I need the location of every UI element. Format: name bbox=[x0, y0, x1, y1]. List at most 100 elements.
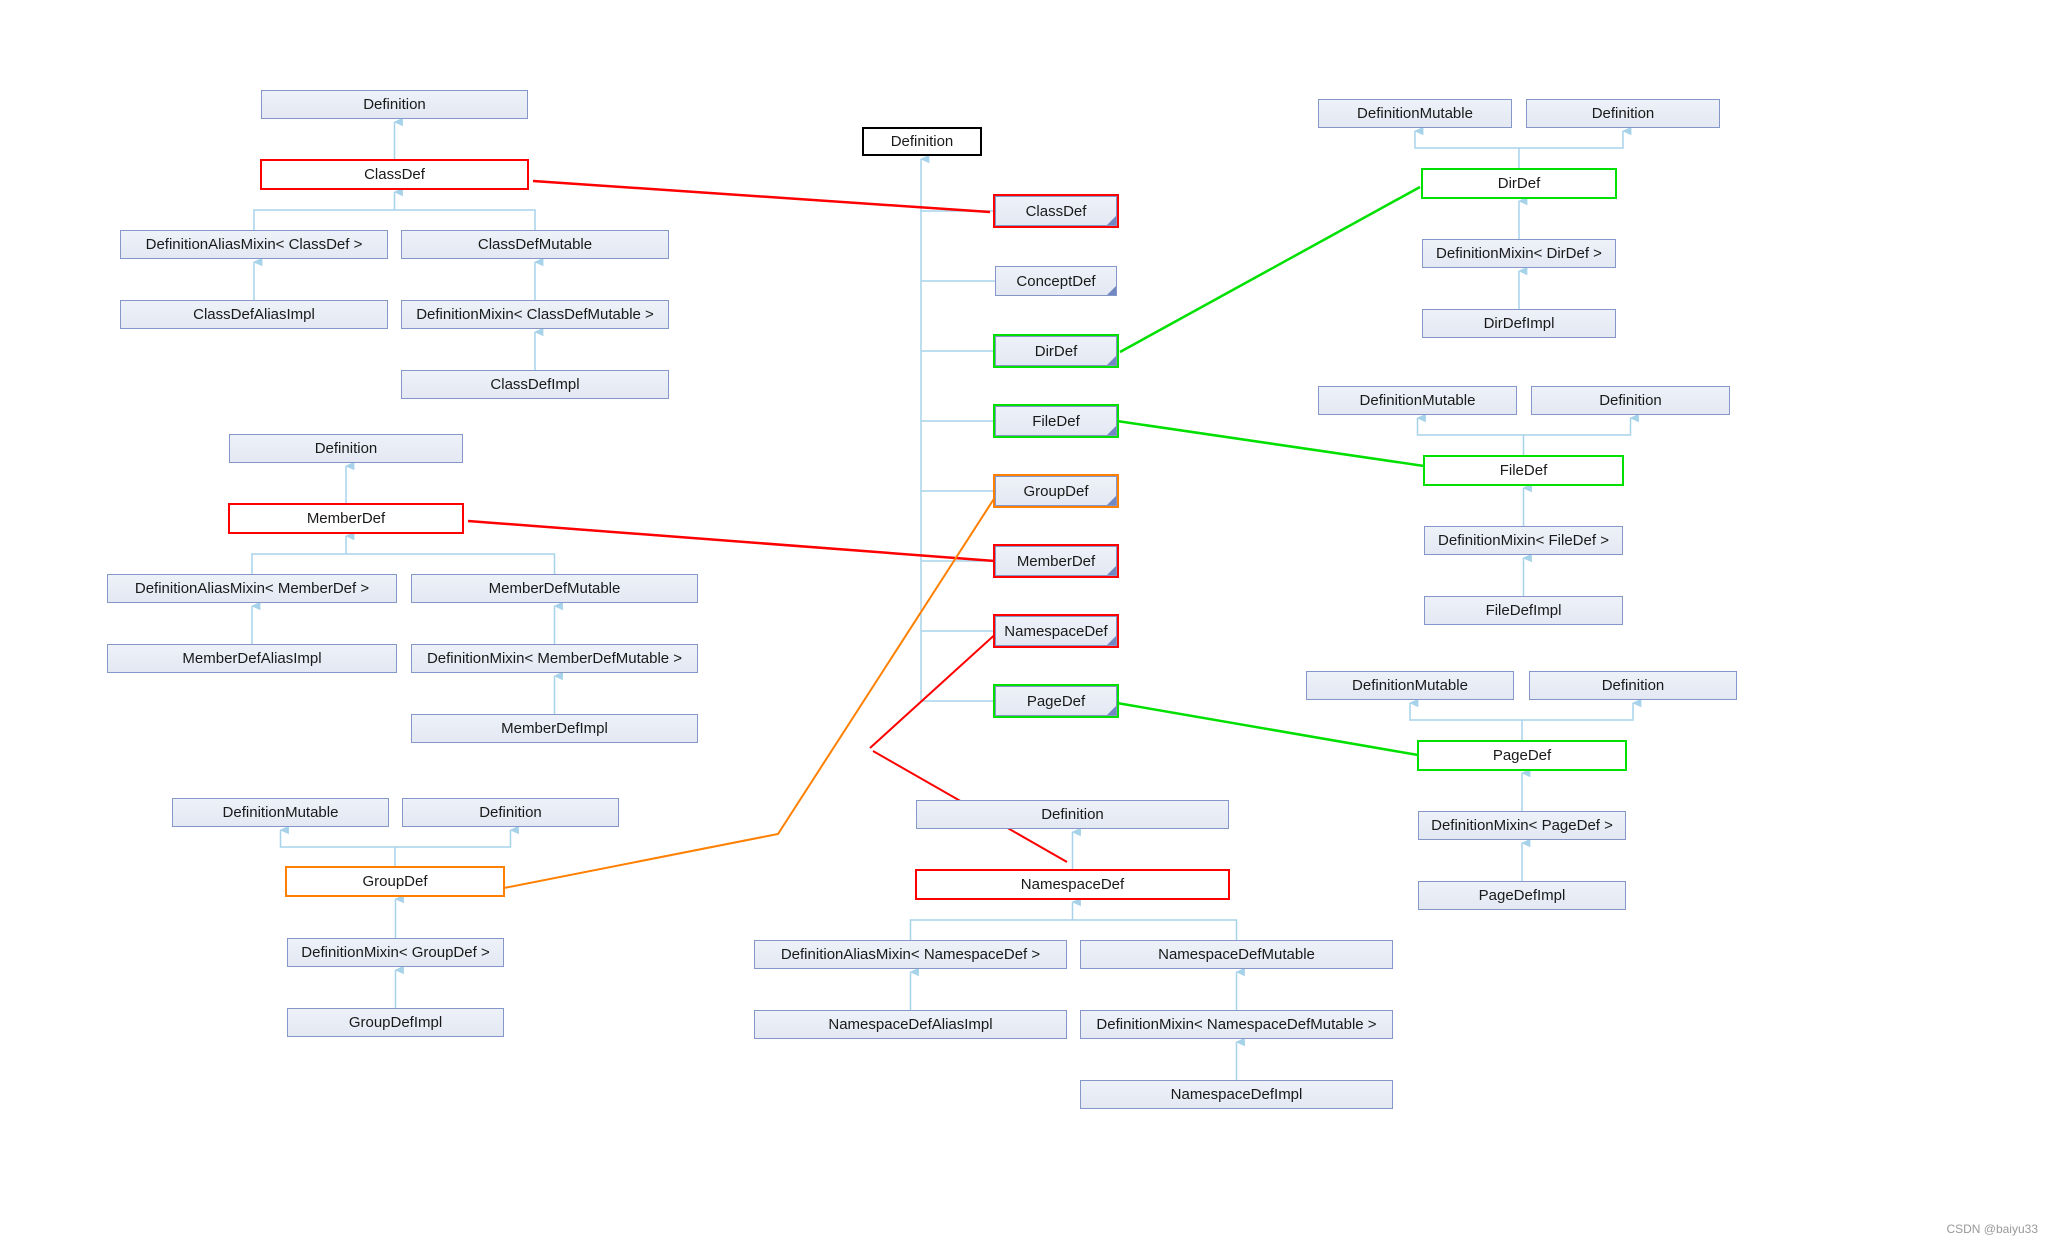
node-label: GroupDef bbox=[1023, 482, 1089, 500]
node-label: ClassDefAliasImpl bbox=[193, 306, 315, 323]
node-label: MemberDefMutable bbox=[488, 580, 621, 597]
namespacedef-parent-definition[interactable]: Definition bbox=[916, 800, 1229, 829]
inheritance-edge bbox=[251, 553, 346, 574]
collapsed-corner-icon bbox=[1107, 426, 1116, 435]
namespacedef-self[interactable]: NamespaceDef bbox=[916, 870, 1229, 899]
pagedef-parent-definitionmutable[interactable]: DefinitionMutable bbox=[1306, 671, 1514, 700]
groupdef-self[interactable]: GroupDef bbox=[286, 867, 504, 896]
node-memberdefmutable[interactable]: MemberDefMutable bbox=[411, 574, 698, 603]
node-label: FileDefImpl bbox=[1485, 602, 1562, 619]
node-memberdefimpl[interactable]: MemberDefImpl bbox=[411, 714, 698, 743]
link-pagedef bbox=[1116, 701, 1419, 757]
node-classdefimpl[interactable]: ClassDefImpl bbox=[401, 370, 669, 399]
node-label: NamespaceDef bbox=[1004, 622, 1108, 640]
classdef-self[interactable]: ClassDef bbox=[261, 160, 528, 189]
node-dirdefimpl[interactable]: DirDefImpl bbox=[1422, 309, 1616, 338]
pagedef-self[interactable]: PageDef bbox=[1418, 741, 1626, 770]
center-node-pagedef[interactable]: PageDef bbox=[995, 686, 1117, 716]
node-label: FileDef bbox=[1499, 462, 1548, 479]
collapsed-corner-icon bbox=[1107, 216, 1116, 225]
center-node-conceptdef[interactable]: ConceptDef bbox=[995, 266, 1117, 296]
node-pagedefimpl[interactable]: PageDefImpl bbox=[1418, 881, 1626, 910]
center-node-namespacedef[interactable]: NamespaceDef bbox=[995, 616, 1117, 646]
node-label: DefinitionMixin< PageDef > bbox=[1431, 817, 1613, 834]
node-label: PageDef bbox=[1492, 747, 1552, 764]
node-groupdefimpl[interactable]: GroupDefImpl bbox=[287, 1008, 504, 1037]
node-label: Definition bbox=[1599, 392, 1662, 409]
node-label: DirDefImpl bbox=[1483, 315, 1555, 332]
node-label: PageDefImpl bbox=[1478, 887, 1566, 904]
center-root-definition[interactable]: Definition bbox=[862, 127, 982, 156]
inheritance-edge bbox=[253, 209, 395, 230]
node-definitionmixin-memberdefmutable[interactable]: DefinitionMixin< MemberDefMutable > bbox=[411, 644, 698, 673]
node-label: GroupDef bbox=[362, 873, 428, 890]
node-label: DefinitionMixin< GroupDef > bbox=[301, 944, 490, 961]
node-definitionmixin-dirdef[interactable]: DefinitionMixin< DirDef > bbox=[1422, 239, 1616, 268]
node-classdefmutable[interactable]: ClassDefMutable bbox=[401, 230, 669, 259]
node-label: NamespaceDefImpl bbox=[1170, 1086, 1303, 1103]
node-label: Definition bbox=[1601, 677, 1665, 694]
node-definitionmixin-pagedef[interactable]: DefinitionMixin< PageDef > bbox=[1418, 811, 1626, 840]
classdef-parent-definition[interactable]: Definition bbox=[261, 90, 528, 119]
inheritance-edge bbox=[394, 209, 536, 230]
link-dirdef bbox=[1119, 185, 1421, 354]
node-label: ClassDef bbox=[1025, 202, 1087, 220]
node-definitionmixin-filedef[interactable]: DefinitionMixin< FileDef > bbox=[1424, 526, 1623, 555]
collapsed-corner-icon bbox=[1107, 706, 1116, 715]
link-filedef bbox=[1116, 419, 1425, 468]
node-label: Definition bbox=[890, 133, 954, 150]
node-label: DefinitionMixin< DirDef > bbox=[1436, 245, 1602, 262]
node-definitionmixin-namespacedefmutable[interactable]: DefinitionMixin< NamespaceDefMutable > bbox=[1080, 1010, 1393, 1039]
dirdef-self[interactable]: DirDef bbox=[1422, 169, 1616, 198]
pagedef-parent-definition[interactable]: Definition bbox=[1529, 671, 1737, 700]
filedef-self[interactable]: FileDef bbox=[1424, 456, 1623, 485]
node-namespacedefmutable[interactable]: NamespaceDefMutable bbox=[1080, 940, 1393, 969]
node-label: DefinitionMixin< NamespaceDefMutable > bbox=[1096, 1016, 1377, 1033]
node-label: Definition bbox=[363, 96, 426, 113]
center-node-classdef[interactable]: ClassDef bbox=[995, 196, 1117, 226]
node-definitionmixin-classdefmutable[interactable]: DefinitionMixin< ClassDefMutable > bbox=[401, 300, 669, 329]
node-label: DefinitionAliasMixin< NamespaceDef > bbox=[780, 946, 1041, 963]
node-definitionaliasmixin-classdef[interactable]: DefinitionAliasMixin< ClassDef > bbox=[120, 230, 388, 259]
inheritance-edge bbox=[1408, 698, 1522, 721]
dirdef-parent-definitionmutable[interactable]: DefinitionMutable bbox=[1318, 99, 1512, 128]
groupdef-parent-definition[interactable]: Definition bbox=[402, 798, 619, 827]
node-label: DefinitionMutable bbox=[1359, 392, 1476, 409]
node-label: Definition bbox=[479, 804, 542, 821]
link-memberdef bbox=[467, 519, 996, 563]
center-node-memberdef[interactable]: MemberDef bbox=[995, 546, 1117, 576]
node-label: ClassDefMutable bbox=[477, 236, 593, 253]
filedef-parent-definitionmutable[interactable]: DefinitionMutable bbox=[1318, 386, 1517, 415]
node-label: Definition bbox=[1041, 806, 1104, 823]
collapsed-corner-icon bbox=[1107, 636, 1116, 645]
inheritance-edge bbox=[1523, 413, 1639, 436]
node-memberdefaliasimpl[interactable]: MemberDefAliasImpl bbox=[107, 644, 397, 673]
filedef-parent-definition[interactable]: Definition bbox=[1531, 386, 1730, 415]
memberdef-parent-definition[interactable]: Definition bbox=[229, 434, 463, 463]
node-label: PageDef bbox=[1026, 692, 1086, 710]
node-label: DefinitionMixin< FileDef > bbox=[1438, 532, 1609, 549]
node-classdefaliasimpl[interactable]: ClassDefAliasImpl bbox=[120, 300, 388, 329]
node-definitionaliasmixin-memberdef[interactable]: DefinitionAliasMixin< MemberDef > bbox=[107, 574, 397, 603]
node-label: DefinitionAliasMixin< ClassDef > bbox=[145, 236, 363, 253]
node-label: DefinitionMixin< MemberDefMutable > bbox=[426, 650, 683, 667]
node-definitionaliasmixin-namespacedef[interactable]: DefinitionAliasMixin< NamespaceDef > bbox=[754, 940, 1067, 969]
inheritance-edge bbox=[909, 919, 1073, 940]
dirdef-parent-definition[interactable]: Definition bbox=[1526, 99, 1720, 128]
node-label: DirDef bbox=[1497, 175, 1541, 192]
node-label: NamespaceDefAliasImpl bbox=[828, 1016, 993, 1033]
collapsed-corner-icon bbox=[1107, 496, 1116, 505]
node-label: DefinitionMutable bbox=[222, 804, 339, 821]
node-label: Definition bbox=[314, 440, 378, 457]
link-namespacedef bbox=[869, 629, 1001, 749]
groupdef-parent-definitionmutable[interactable]: DefinitionMutable bbox=[172, 798, 389, 827]
center-node-filedef[interactable]: FileDef bbox=[995, 406, 1117, 436]
center-node-dirdef[interactable]: DirDef bbox=[995, 336, 1117, 366]
center-node-groupdef[interactable]: GroupDef bbox=[995, 476, 1117, 506]
node-namespacedefaliasimpl[interactable]: NamespaceDefAliasImpl bbox=[754, 1010, 1067, 1039]
node-filedefimpl[interactable]: FileDefImpl bbox=[1424, 596, 1623, 625]
node-namespacedefimpl[interactable]: NamespaceDefImpl bbox=[1080, 1080, 1393, 1109]
node-label: DirDef bbox=[1034, 342, 1078, 360]
memberdef-self[interactable]: MemberDef bbox=[229, 504, 463, 533]
node-definitionmixin-groupdef[interactable]: DefinitionMixin< GroupDef > bbox=[287, 938, 504, 967]
